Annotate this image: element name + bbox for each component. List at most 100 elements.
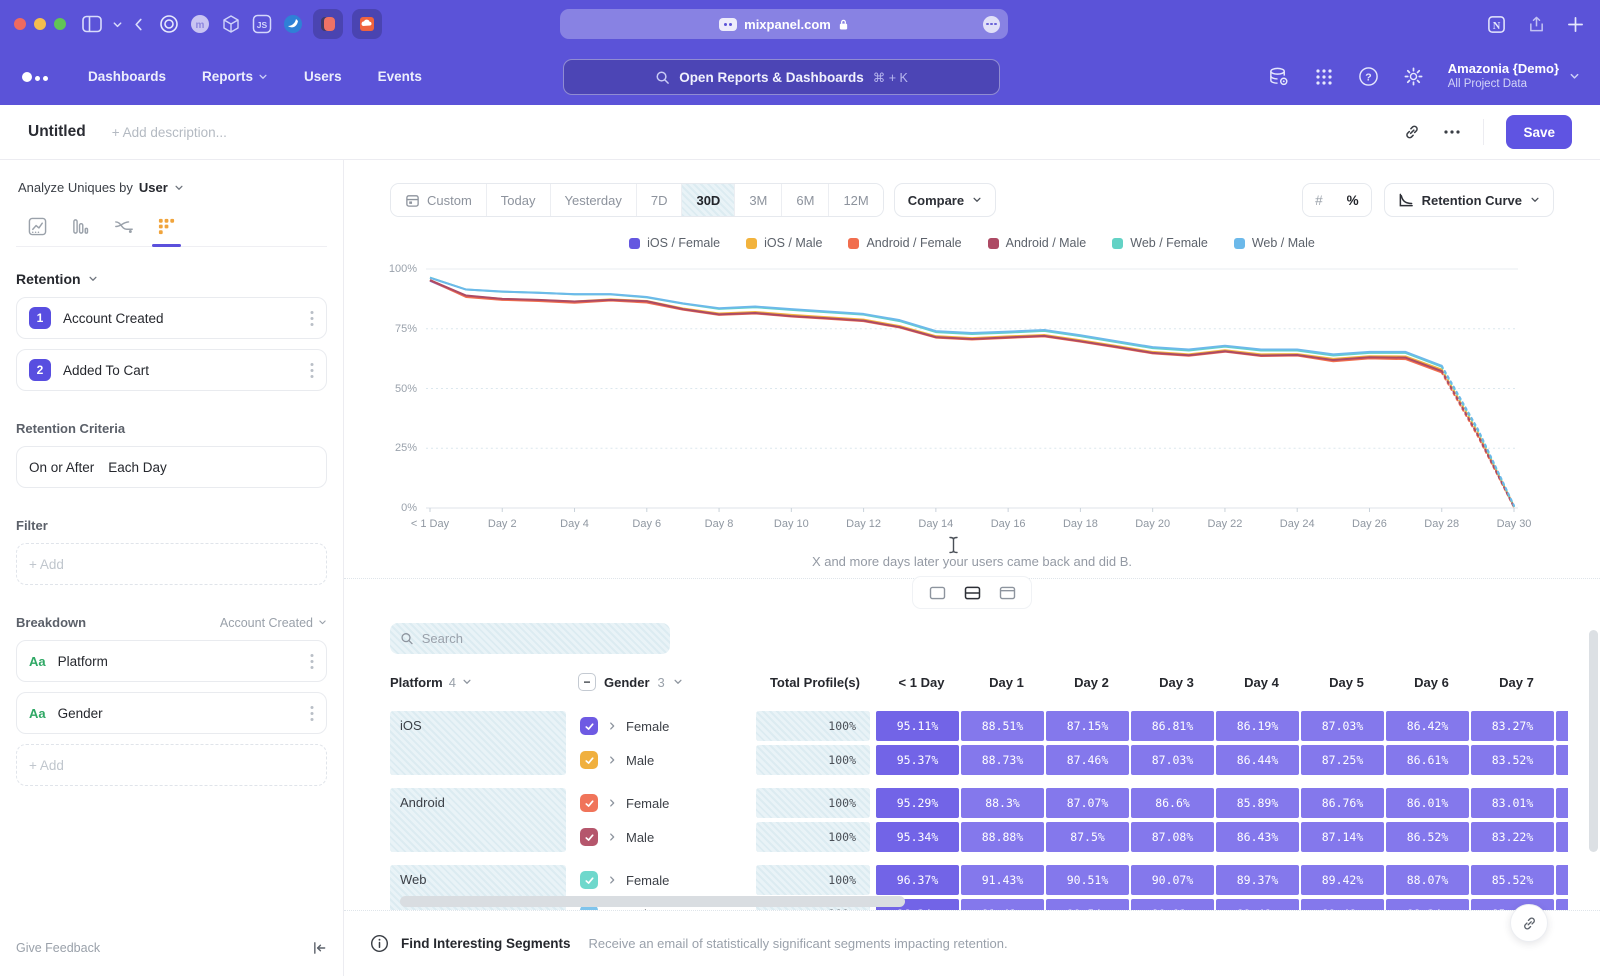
retention-step-account-created[interactable]: 1Account Created [16,297,327,339]
share-icon[interactable] [1528,15,1545,34]
chevron-right-icon[interactable] [607,832,617,842]
range-7d[interactable]: 7D [636,184,682,216]
target-extension-icon[interactable] [158,13,180,35]
legend-item-web-female[interactable]: Web / Female [1112,236,1208,250]
apps-grid-icon[interactable] [1314,67,1334,87]
minimize-window-button[interactable] [34,18,46,30]
select-all-checkbox[interactable]: − [578,673,596,691]
range-12m[interactable]: 12M [828,184,882,216]
tab-insights[interactable] [16,211,59,246]
range-yesterday[interactable]: Yesterday [550,184,636,216]
cube-extension-icon[interactable] [220,13,242,35]
share-link-floating-button[interactable] [1510,904,1548,942]
chevron-right-icon[interactable] [607,755,617,765]
pinned-extension-red[interactable] [313,9,343,39]
mixpanel-logo[interactable] [22,72,48,82]
criteria-on-or-after[interactable]: On or After [29,460,94,475]
data-management-icon[interactable] [1267,66,1290,88]
give-feedback-link[interactable]: Give Feedback [16,941,100,955]
breakdown-platform[interactable]: AaPlatform [16,640,327,682]
nav-item-users[interactable]: Users [304,69,342,84]
row-checkbox[interactable] [580,828,598,846]
row-checkbox[interactable] [580,794,598,812]
find-segments-title[interactable]: Find Interesting Segments [401,936,571,951]
report-title[interactable]: Untitled [28,123,86,141]
site-options-button[interactable] [983,16,1000,33]
day-column-1-day[interactable]: < 1 Day [880,675,963,690]
range-custom[interactable]: Custom [391,184,486,216]
add-breakdown-button[interactable]: + Add [16,744,327,786]
row-checkbox[interactable] [580,717,598,735]
chevron-down-icon[interactable] [112,19,123,30]
table-search[interactable] [390,623,670,654]
chevron-right-icon[interactable] [607,875,617,885]
day-column-day-6[interactable]: Day 6 [1390,675,1473,690]
nav-item-dashboards[interactable]: Dashboards [88,69,166,84]
retention-line-chart[interactable] [426,260,1518,512]
collapse-sidebar-icon[interactable] [312,941,327,955]
tab-funnels[interactable] [59,211,102,246]
day-column-day-3[interactable]: Day 3 [1135,675,1218,690]
global-search-button[interactable]: Open Reports & Dashboards ⌘ + K [563,59,1000,95]
nav-item-events[interactable]: Events [378,69,422,84]
sidebar-toggle-icon[interactable] [82,15,102,33]
legend-item-ios-male[interactable]: iOS / Male [746,236,822,250]
range-30d[interactable]: 30D [681,184,734,216]
settings-gear-icon[interactable] [1403,66,1424,87]
copy-link-icon[interactable] [1403,123,1421,141]
bird-extension-icon[interactable] [282,13,304,35]
retention-section-label[interactable]: Retention [16,271,81,287]
total-profiles-column-header[interactable]: Total Profile(s) [760,675,874,690]
kebab-menu-icon[interactable] [310,362,314,379]
absolute-numbers-toggle[interactable]: # [1303,184,1335,216]
save-button[interactable]: Save [1506,115,1572,149]
more-options-icon[interactable] [1443,129,1461,135]
gender-column-header[interactable]: − Gender 3 [578,673,760,691]
chart-view-selector[interactable]: Retention Curve [1384,183,1554,217]
notion-icon[interactable]: N [1487,15,1506,34]
day-column-day-1[interactable]: Day 1 [965,675,1048,690]
table-search-input[interactable] [422,631,660,646]
back-icon[interactable] [133,17,144,32]
help-icon[interactable]: ? [1358,66,1379,87]
row-checkbox[interactable] [580,751,598,769]
breakdown-event-selector[interactable]: Account Created [220,616,327,630]
m-extension-icon[interactable]: m [189,13,211,35]
pinned-extension-soundcloud[interactable] [352,9,382,39]
layout-table-only-button[interactable] [991,579,1023,606]
vertical-scrollbar[interactable] [1589,630,1598,852]
analyze-value[interactable]: User [139,180,168,195]
criteria-each-day[interactable]: Each Day [108,460,167,475]
retention-criteria-card[interactable]: On or After Each Day [16,446,327,488]
add-filter-button[interactable]: + Add [16,543,327,585]
tab-retention[interactable] [145,211,188,246]
range-3m[interactable]: 3M [734,184,781,216]
org-switcher[interactable]: Amazonia {Demo} All Project Data [1448,61,1580,92]
breakdown-gender[interactable]: AaGender [16,692,327,734]
legend-item-android-male[interactable]: Android / Male [988,236,1087,250]
tab-flows[interactable] [102,212,145,245]
kebab-menu-icon[interactable] [310,310,314,327]
compare-button[interactable]: Compare [894,183,996,217]
range-today[interactable]: Today [486,184,550,216]
layout-split-view-button[interactable] [956,579,988,606]
platform-column-header[interactable]: Platform 4 [390,675,578,690]
new-tab-icon[interactable] [1567,16,1584,33]
nav-item-reports[interactable]: Reports [202,69,268,84]
layout-chart-only-button[interactable] [921,579,953,606]
close-window-button[interactable] [14,18,26,30]
address-bar[interactable]: mixpanel.com [560,9,1008,39]
range-6m[interactable]: 6M [781,184,828,216]
row-checkbox[interactable] [580,871,598,889]
legend-item-android-female[interactable]: Android / Female [848,236,961,250]
kebab-menu-icon[interactable] [310,653,314,670]
chevron-right-icon[interactable] [607,798,617,808]
day-column-day-4[interactable]: Day 4 [1220,675,1303,690]
retention-step-added-to-cart[interactable]: 2Added To Cart [16,349,327,391]
chevron-right-icon[interactable] [607,721,617,731]
zoom-window-button[interactable] [54,18,66,30]
legend-item-ios-female[interactable]: iOS / Female [629,236,720,250]
day-column-day-2[interactable]: Day 2 [1050,675,1133,690]
js-extension-icon[interactable]: JS [251,13,273,35]
horizontal-scrollbar[interactable] [400,896,905,907]
